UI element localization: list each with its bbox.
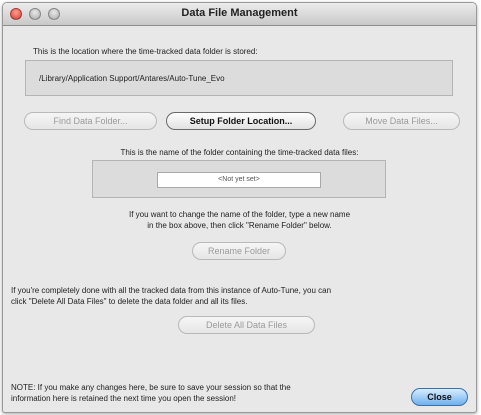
location-label: This is the location where the time-trac…: [33, 47, 258, 56]
delete-info-line1: If you're completely done with all the t…: [11, 286, 332, 295]
title-bar[interactable]: Data File Management: [3, 3, 476, 26]
window-title: Data File Management: [181, 7, 298, 19]
note-line1: NOTE: If you make any changes here, be s…: [11, 383, 291, 392]
setup-folder-location-button[interactable]: Setup Folder Location...: [166, 112, 316, 130]
close-button[interactable]: Close: [411, 388, 468, 406]
folder-name-box: <Not yet set>: [92, 160, 386, 198]
location-path: /Library/Application Support/Antares/Aut…: [39, 74, 225, 83]
move-data-files-button[interactable]: Move Data Files...: [343, 112, 460, 130]
location-box: /Library/Application Support/Antares/Aut…: [25, 60, 453, 96]
folder-name-input[interactable]: <Not yet set>: [157, 172, 321, 188]
delete-all-data-files-button[interactable]: Delete All Data Files: [178, 316, 315, 334]
data-file-management-window: Data File Management This is the locatio…: [2, 2, 477, 413]
rename-help-line1: If you want to change the name of the fo…: [128, 210, 351, 219]
note-line2: information here is retained the next ti…: [11, 394, 237, 403]
folder-name-label: This is the name of the folder containin…: [120, 148, 359, 157]
rename-help-line2: in the box above, then click "Rename Fol…: [147, 221, 332, 230]
delete-info-line2: click "Delete All Data Files" to delete …: [11, 297, 248, 306]
find-data-folder-button[interactable]: Find Data Folder...: [24, 112, 157, 130]
rename-folder-button[interactable]: Rename Folder: [192, 242, 286, 260]
